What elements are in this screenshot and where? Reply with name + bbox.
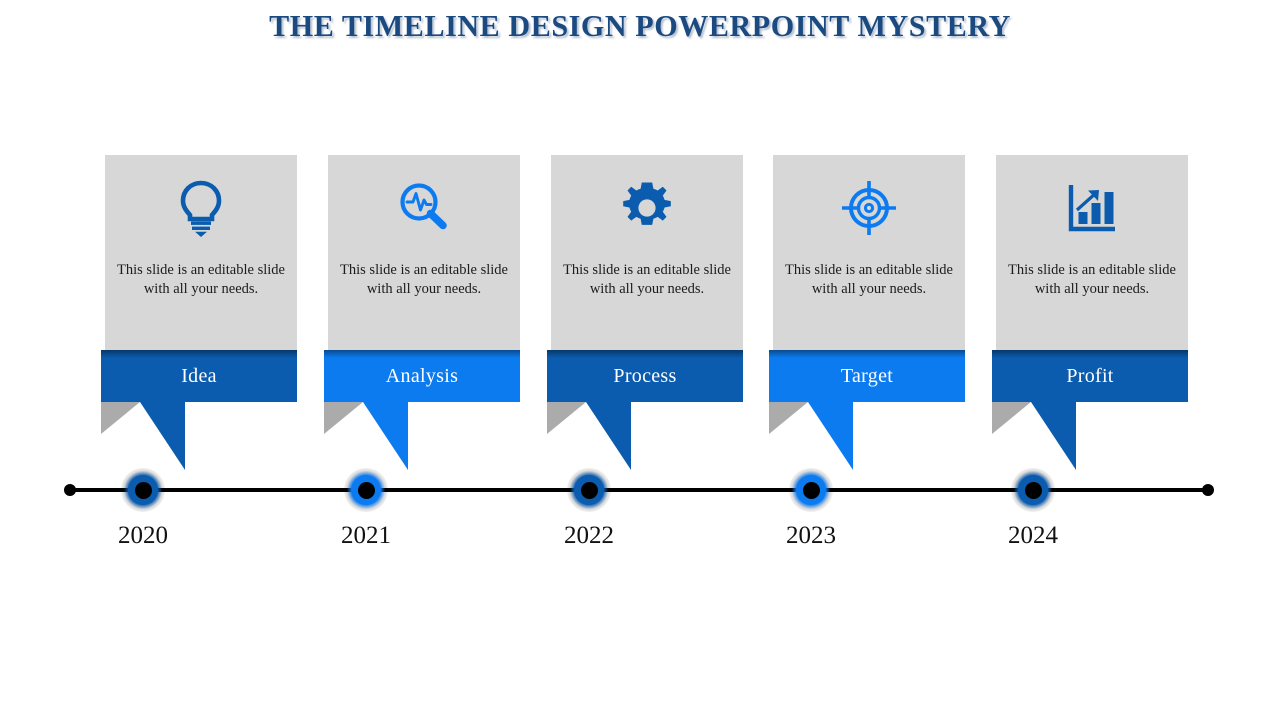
timeline-dot-ring: [351, 475, 381, 505]
milestone-tail: [1031, 402, 1076, 470]
timeline-year-2021: 2021: [341, 522, 391, 549]
milestone-card[interactable]: This slide is an editable slide with all…: [551, 155, 743, 350]
timeline-dot-ring: [574, 475, 604, 505]
milestone-label[interactable]: Analysis: [324, 350, 520, 402]
milestone-tail-shadow: [324, 402, 363, 434]
milestone-label[interactable]: Profit: [992, 350, 1188, 402]
magnifier-pulse-icon: [328, 177, 520, 239]
milestone-target[interactable]: This slide is an editable slide with all…: [769, 0, 965, 720]
timeline-dot-core: [357, 481, 375, 499]
milestone-description: This slide is an editable slide with all…: [785, 262, 953, 297]
milestone-tail: [808, 402, 853, 470]
lightbulb-icon: [105, 177, 297, 239]
timeline-dot-ring: [128, 475, 158, 505]
milestone-idea[interactable]: This slide is an editable slide with all…: [101, 0, 297, 720]
milestone-tail-shadow: [547, 402, 586, 434]
milestone-label[interactable]: Idea: [101, 350, 297, 402]
milestone-description: This slide is an editable slide with all…: [1008, 262, 1176, 297]
timeline-endpoint-right-icon: [1202, 484, 1214, 496]
timeline-dot-ring: [1018, 475, 1048, 505]
milestone-card[interactable]: This slide is an editable slide with all…: [105, 155, 297, 350]
milestone-description: This slide is an editable slide with all…: [117, 262, 285, 297]
milestone-process[interactable]: This slide is an editable slide with all…: [547, 0, 743, 720]
milestone-label-text: Process: [613, 364, 677, 387]
timeline-year-2024: 2024: [1008, 522, 1058, 549]
timeline-dot-ring: [796, 475, 826, 505]
milestone-label-text: Profit: [1066, 364, 1114, 387]
milestone-tail-shadow: [101, 402, 140, 434]
milestone-label-text: Analysis: [385, 364, 459, 387]
gear-icon: [551, 177, 743, 239]
timeline-dot-2021[interactable]: [344, 468, 388, 512]
milestone-label-text: Target: [840, 364, 894, 387]
timeline-dot-core: [134, 481, 152, 499]
timeline-dot-core: [580, 481, 598, 499]
timeline-dot-core: [1024, 481, 1042, 499]
milestone-tail-shadow: [769, 402, 808, 434]
timeline-year-2022: 2022: [564, 522, 614, 549]
timeline-dot-2023[interactable]: [789, 468, 833, 512]
milestone-description: This slide is an editable slide with all…: [340, 262, 508, 297]
crosshair-target-icon: [773, 177, 965, 239]
milestone-card[interactable]: This slide is an editable slide with all…: [773, 155, 965, 350]
timeline-year-2023: 2023: [786, 522, 836, 549]
milestone-label[interactable]: Target: [769, 350, 965, 402]
bar-chart-growth-icon: [996, 177, 1188, 239]
timeline-dot-2024[interactable]: [1011, 468, 1055, 512]
timeline-year-2020: 2020: [118, 522, 168, 549]
milestone-label-text: Idea: [181, 364, 217, 387]
milestone-description: This slide is an editable slide with all…: [563, 262, 731, 297]
timeline-dot-core: [802, 481, 820, 499]
milestone-card[interactable]: This slide is an editable slide with all…: [328, 155, 520, 350]
milestone-tail: [140, 402, 185, 470]
milestone-tail: [363, 402, 408, 470]
milestone-profit[interactable]: This slide is an editable slide with all…: [992, 0, 1188, 720]
milestone-analysis[interactable]: This slide is an editable slide with all…: [324, 0, 520, 720]
milestone-label[interactable]: Process: [547, 350, 743, 402]
milestone-card[interactable]: This slide is an editable slide with all…: [996, 155, 1188, 350]
milestone-tail: [586, 402, 631, 470]
timeline-endpoint-left-icon: [64, 484, 76, 496]
timeline-dot-2020[interactable]: [121, 468, 165, 512]
timeline-dot-2022[interactable]: [567, 468, 611, 512]
milestone-tail-shadow: [992, 402, 1031, 434]
